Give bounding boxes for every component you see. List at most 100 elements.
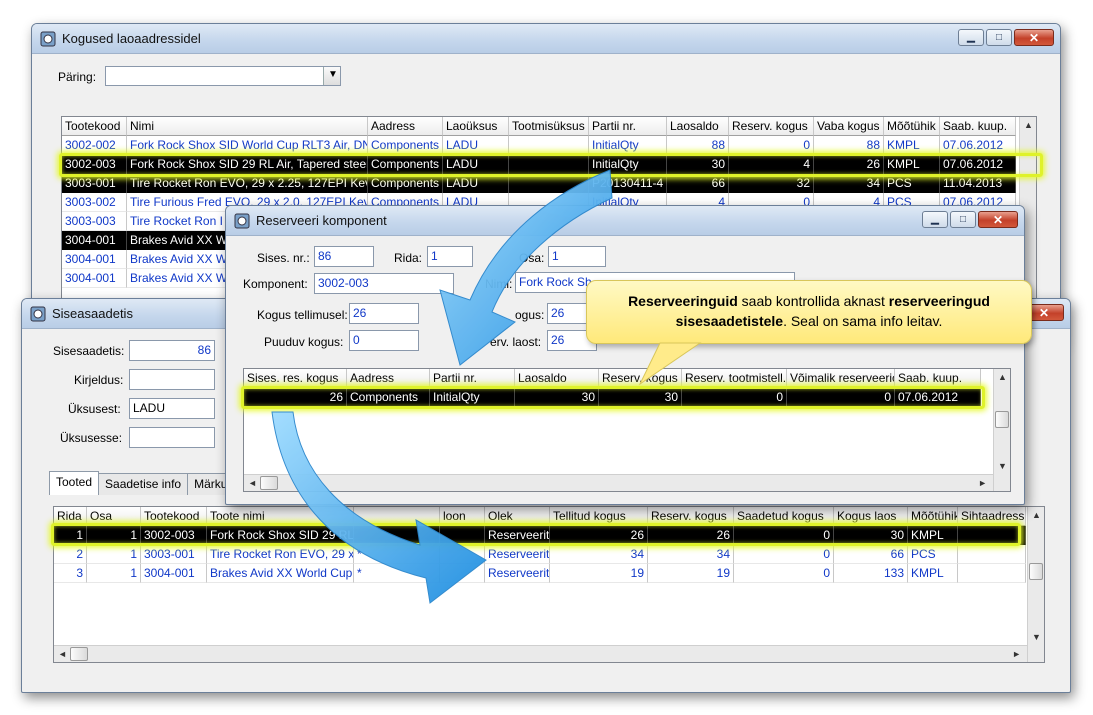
- close-button[interactable]: ✕: [1014, 29, 1054, 46]
- col-header[interactable]: Nimi: [127, 117, 368, 136]
- tooted-cell: 66: [834, 545, 908, 564]
- col-header[interactable]: Saab. kuup.: [940, 117, 1016, 136]
- col-header[interactable]: Reserv. kogus: [648, 507, 734, 526]
- col-header[interactable]: Reserv. tootmistell.: [682, 369, 787, 388]
- maximize-button[interactable]: □: [950, 211, 976, 228]
- col-header[interactable]: Reserv. kogus: [599, 369, 682, 388]
- col-header[interactable]: Sihtaadress: [958, 507, 1026, 526]
- kogused-row[interactable]: 3003-001 Tire Rocket Ron EVO, 29 x 2.25, …: [62, 174, 1016, 193]
- kirjeldus-field[interactable]: [129, 369, 215, 390]
- uksusest-field[interactable]: LADU: [129, 398, 215, 419]
- col-header[interactable]: Tootekood: [141, 507, 207, 526]
- col-header[interactable]: Aadress: [347, 369, 430, 388]
- tab-tooted[interactable]: Tooted: [49, 471, 100, 495]
- kogused-cell: LADU: [443, 155, 509, 174]
- kogused-cell: 34: [814, 174, 884, 193]
- tooted-cell: PCS: [908, 545, 958, 564]
- reserv-header-row: Sises. res. kogus Aadress Partii nr. Lao…: [244, 369, 981, 388]
- col-header[interactable]: Kogus laos: [834, 507, 908, 526]
- tooted-header-row: Rida Osa Tootekood Toote nimi loon Olek …: [54, 507, 1026, 526]
- kogused-cell: Tire Rocket Ron EVO, 29 x 2.25, 127EPI K…: [127, 174, 368, 193]
- reserv-grid[interactable]: Sises. res. kogus Aadress Partii nr. Lao…: [243, 368, 1011, 492]
- vertical-scrollbar[interactable]: ▲ ▼: [993, 369, 1010, 491]
- reserveeri-titlebar[interactable]: Reserveeri komponent ▁ □ ✕: [226, 206, 1024, 236]
- col-header[interactable]: Rida: [54, 507, 87, 526]
- col-header[interactable]: Laosaldo: [515, 369, 599, 388]
- tooted-cell: 0: [734, 564, 834, 583]
- puuduv-kogus-field[interactable]: 0: [349, 330, 419, 351]
- reserv-row[interactable]: 26 Components InitialQty 30 30 0 0 07.06.2012: [244, 388, 981, 407]
- tooted-cell: Tire Rocket Ron EVO, 29 x: [207, 545, 354, 564]
- app-icon: [234, 213, 250, 229]
- osa-field[interactable]: 1: [548, 246, 606, 267]
- window-title: Siseasaadetis: [52, 306, 133, 321]
- col-header[interactable]: Partii nr.: [430, 369, 515, 388]
- kogused-row[interactable]: 3002-003 Fork Rock Shox SID 29 RL Air, Ta…: [62, 155, 1016, 174]
- col-header[interactable]: Mõõtühik: [908, 507, 958, 526]
- col-header[interactable]: [354, 507, 440, 526]
- chevron-down-icon[interactable]: ▼: [323, 67, 340, 85]
- tooted-row[interactable]: 2 1 3003-001 Tire Rocket Ron EVO, 29 x * Rese…: [54, 545, 1026, 564]
- col-header[interactable]: Tootekood: [62, 117, 127, 136]
- kogused-cell: 3003-002: [62, 193, 127, 212]
- sises-nr-field[interactable]: 86: [314, 246, 374, 267]
- col-header[interactable]: Mõõtühik: [884, 117, 940, 136]
- vertical-scrollbar[interactable]: ▲ ▼: [1027, 507, 1044, 662]
- horizontal-scrollbar[interactable]: ◄ ►: [54, 645, 1027, 662]
- col-header[interactable]: Saab. kuup.: [895, 369, 981, 388]
- col-header[interactable]: Reserv. kogus: [729, 117, 814, 136]
- col-header[interactable]: Võimalik reserveeric: [787, 369, 895, 388]
- rida-field[interactable]: 1: [427, 246, 473, 267]
- col-header[interactable]: Saadetud kogus: [734, 507, 834, 526]
- tooted-grid[interactable]: Rida Osa Tootekood Toote nimi loon Olek …: [53, 506, 1045, 663]
- kogused-titlebar[interactable]: Kogused laoaadressidel ▁ □ ✕: [32, 24, 1060, 54]
- kogused-cell: InitialQty: [589, 136, 667, 155]
- col-header[interactable]: Toote nimi: [207, 507, 354, 526]
- col-header[interactable]: Laosaldo: [667, 117, 729, 136]
- col-header[interactable]: Laoüksus: [443, 117, 509, 136]
- kogused-cell: 07.06.2012: [940, 155, 1016, 174]
- komponent-label: Komponent:: [243, 277, 308, 291]
- sisesaadetis-field[interactable]: 86: [129, 340, 215, 361]
- tooted-row[interactable]: 3 1 3004-001 Brakes Avid XX World Cup, * Rese…: [54, 564, 1026, 583]
- kirjeldus-label: Kirjeldus:: [74, 373, 124, 387]
- nimi-label: Nimi:: [485, 277, 513, 291]
- reserveeri-window: Reserveeri komponent ▁ □ ✕ Sises. nr.: 8…: [225, 205, 1025, 505]
- tooted-cell: 2: [54, 545, 87, 564]
- col-header[interactable]: Vaba kogus: [814, 117, 884, 136]
- kogused-cell: 66: [667, 174, 729, 193]
- col-header[interactable]: Tootmisüksus: [509, 117, 589, 136]
- tooted-cell: 19: [648, 564, 734, 583]
- minimize-button[interactable]: ▁: [922, 211, 948, 228]
- tooted-cell: Fork Rock Shox SID 29 RL: [207, 526, 354, 545]
- tab-saadetise-info[interactable]: Saadetise info: [98, 473, 189, 495]
- window-title: Reserveeri komponent: [256, 213, 387, 228]
- tooted-cell: [958, 564, 1026, 583]
- minimize-button[interactable]: ▁: [958, 29, 984, 46]
- col-header[interactable]: Sises. res. kogus: [244, 369, 347, 388]
- tooted-row[interactable]: 1 1 3002-003 Fork Rock Shox SID 29 RL Reserv…: [54, 526, 1026, 545]
- window-title: Kogused laoaadressidel: [62, 31, 201, 46]
- query-select[interactable]: ▼: [105, 66, 341, 86]
- col-header[interactable]: Aadress: [368, 117, 443, 136]
- col-header[interactable]: Olek: [485, 507, 550, 526]
- tooted-cell: 1: [87, 564, 141, 583]
- col-header[interactable]: loon: [440, 507, 485, 526]
- kogus-tellimusel-field[interactable]: 26: [349, 303, 419, 324]
- uksusest-label: Üksusest:: [68, 402, 121, 416]
- tooted-cell: Reserveerit: [485, 545, 550, 564]
- close-button[interactable]: ✕: [978, 211, 1018, 228]
- col-header[interactable]: Partii nr.: [589, 117, 667, 136]
- horizontal-scrollbar[interactable]: ◄ ►: [244, 474, 993, 491]
- komponent-field[interactable]: 3002-003: [314, 273, 454, 294]
- kogused-cell: [509, 155, 589, 174]
- tooted-cell: 30: [834, 526, 908, 545]
- col-header[interactable]: Osa: [87, 507, 141, 526]
- kogused-row[interactable]: 3002-002 Fork Rock Shox SID World Cup RLT…: [62, 136, 1016, 155]
- uksusesse-label: Üksusesse:: [60, 431, 123, 445]
- col-header[interactable]: Tellitud kogus: [550, 507, 648, 526]
- maximize-button[interactable]: □: [986, 29, 1012, 46]
- uksusesse-field[interactable]: [129, 427, 215, 448]
- reserv-cell: Components: [347, 388, 430, 407]
- rida-label: Rida:: [394, 251, 423, 265]
